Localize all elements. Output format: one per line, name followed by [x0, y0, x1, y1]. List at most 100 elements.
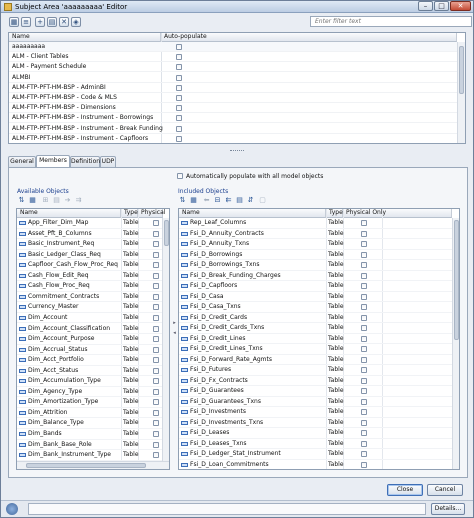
scroll-thumb[interactable]	[164, 220, 169, 246]
tab-udp[interactable]: UDP	[100, 156, 116, 167]
table-row[interactable]: Fsi_D_Ledger_Stat_Instrument Table	[179, 449, 452, 460]
table-row[interactable]: ALM-FTP-PFT-HM-BSP - Code & MLS	[9, 93, 465, 103]
table-row[interactable]: Dim_Acct_Portfolio Table	[17, 355, 162, 366]
physical-checkbox[interactable]	[361, 430, 367, 436]
physical-checkbox[interactable]	[153, 304, 159, 311]
table-row[interactable]: ALM - Client Tables	[9, 52, 465, 63]
available-horizontal-scrollbar[interactable]	[17, 461, 169, 469]
physical-checkbox[interactable]	[153, 388, 159, 395]
physical-checkbox[interactable]	[153, 420, 159, 427]
physical-checkbox[interactable]	[153, 314, 159, 321]
auto-populate-checkbox[interactable]	[176, 44, 182, 50]
table-row[interactable]: App_Filter_Dim_Map Table	[17, 218, 162, 229]
table-row[interactable]: Dim_Accumulation_Type Table	[17, 376, 162, 387]
physical-checkbox[interactable]	[153, 283, 159, 290]
table-row[interactable]: Fsi_D_Leases_Txns Table	[179, 439, 452, 449]
physical-checkbox[interactable]	[153, 325, 159, 332]
auto-populate-checkbox[interactable]	[176, 54, 182, 61]
remove-icon[interactable]: ⊟	[213, 196, 222, 205]
physical-checkbox[interactable]	[153, 220, 159, 226]
scroll-thumb[interactable]	[26, 463, 146, 468]
auto-populate-checkbox[interactable]	[176, 135, 182, 142]
columns-icon[interactable]: ≡	[21, 17, 31, 27]
included-vertical-scrollbar[interactable]	[452, 218, 459, 469]
refresh-icon[interactable]: ▢	[258, 196, 267, 205]
table-row[interactable]: Basic_Ledger_Class_Req Table	[17, 250, 162, 261]
grid-icon[interactable]: ▦	[28, 196, 37, 205]
move-all-right-icon[interactable]: ⇉	[74, 196, 83, 205]
auto-populate-checkbox[interactable]	[176, 84, 182, 91]
table-row[interactable]: Fsi_D_Borrowings_Txns Table	[179, 260, 452, 271]
sort-icon[interactable]: ⇵	[246, 196, 255, 205]
new-icon[interactable]: +	[35, 17, 45, 27]
filter-input[interactable]	[315, 17, 471, 26]
table-row[interactable]: Fsi_D_Loan_Commitments Table	[179, 460, 452, 470]
physical-checkbox[interactable]	[361, 367, 367, 373]
physical-checkbox[interactable]	[153, 336, 159, 343]
auto-populate-checkbox[interactable]	[176, 125, 182, 132]
table-row[interactable]: ALM - Payment Schedule	[9, 62, 465, 73]
move-all-left-icon[interactable]: ⇇	[224, 196, 233, 205]
physical-checkbox[interactable]	[361, 409, 367, 415]
top-table-scrollbar[interactable]	[457, 42, 465, 143]
available-vertical-scrollbar[interactable]	[162, 218, 169, 461]
table-row[interactable]: Capfloor_Cash_Flow_Proc_Req Table	[17, 260, 162, 271]
physical-checkbox[interactable]	[361, 388, 367, 394]
column-header-type[interactable]: Type	[326, 209, 343, 218]
grid-icon[interactable]: ▦	[9, 17, 19, 27]
column-header-physical[interactable]: Physical	[138, 209, 165, 218]
physical-checkbox[interactable]	[361, 314, 367, 321]
auto-populate-checkbox[interactable]	[176, 115, 182, 122]
table-row[interactable]: Fsi_D_Credit_Cards Table	[179, 313, 452, 323]
physical-checkbox[interactable]	[153, 441, 159, 448]
physical-checkbox[interactable]	[153, 367, 159, 374]
table-row[interactable]: Fsi_D_Casa Table	[179, 292, 452, 302]
table-row[interactable]: Fsi_D_Leases Table	[179, 428, 452, 439]
physical-checkbox[interactable]	[361, 304, 367, 310]
table-row[interactable]: Dim_Acct_Status Table	[17, 366, 162, 377]
table-row[interactable]: Fsi_D_Fx_Contracts Table	[179, 376, 452, 386]
auto-populate-checkbox[interactable]	[176, 105, 182, 112]
physical-checkbox[interactable]	[361, 262, 367, 268]
physical-checkbox[interactable]	[153, 293, 159, 300]
table-row[interactable]: Fsi_D_Casa_Txns Table	[179, 302, 452, 313]
table-row[interactable]: Dim_Account_Purpose Table	[17, 334, 162, 345]
column-header-physical-only[interactable]: Physical Only	[343, 209, 452, 218]
scroll-thumb[interactable]	[459, 46, 464, 94]
table-row[interactable]: Fsi_D_Credit_Lines Table	[179, 334, 452, 344]
table-row[interactable]: Asset_Pft_B_Columns Table	[17, 229, 162, 240]
table-row[interactable]: Dim_Account Table	[17, 313, 162, 324]
move-right-icon[interactable]: ➔	[63, 196, 72, 205]
column-header-name[interactable]: Name	[17, 209, 121, 218]
physical-checkbox[interactable]	[153, 431, 159, 437]
physical-checkbox[interactable]	[361, 241, 367, 247]
table-row[interactable]: Fsi_D_Borrowings Table	[179, 250, 452, 260]
table-row[interactable]: Dim_Bank_Base_Role Table	[17, 440, 162, 451]
table-row[interactable]: aaaaaaaaa	[9, 42, 465, 52]
auto-populate-checkbox[interactable]	[176, 95, 182, 101]
physical-checkbox[interactable]	[153, 399, 159, 406]
table-row[interactable]: Dim_Account_Classification Table	[17, 324, 162, 334]
grid-icon[interactable]: ▦	[189, 196, 198, 205]
auto-populate-checkbox[interactable]	[177, 173, 183, 179]
physical-checkbox[interactable]	[361, 283, 367, 289]
column-header-name[interactable]: Name	[9, 33, 161, 42]
physical-checkbox[interactable]	[361, 461, 367, 468]
table-row[interactable]: Fsi_D_Annuity_Txns Table	[179, 239, 452, 250]
table-row[interactable]: Fsi_D_Break_Funding_Charges Table	[179, 271, 452, 281]
column-header-type[interactable]: Type	[121, 209, 138, 218]
table-row[interactable]: ALM-FTP-PFT-HM-BSP - AdminBI	[9, 83, 465, 93]
physical-checkbox[interactable]	[361, 377, 367, 384]
properties-icon[interactable]: ▤	[52, 196, 61, 205]
table-row[interactable]: Fsi_D_Investments Table	[179, 407, 452, 418]
physical-checkbox[interactable]	[361, 440, 367, 447]
table-row[interactable]: ALM-FTP-PFT-HM-BSP - Instrument - Break …	[9, 124, 465, 134]
table-row[interactable]: Commitment_Contracts Table	[17, 292, 162, 303]
tab-members[interactable]: Members	[36, 155, 70, 167]
tab-definition[interactable]: Definition	[70, 156, 100, 167]
table-row[interactable]: Rep_Leaf_Columns Table	[179, 218, 452, 229]
physical-checkbox[interactable]	[361, 272, 367, 279]
table-row[interactable]: Fsi_D_Credit_Lines_Txns Table	[179, 344, 452, 355]
physical-checkbox[interactable]	[361, 451, 367, 457]
pane-splitter[interactable]	[0, 148, 474, 154]
